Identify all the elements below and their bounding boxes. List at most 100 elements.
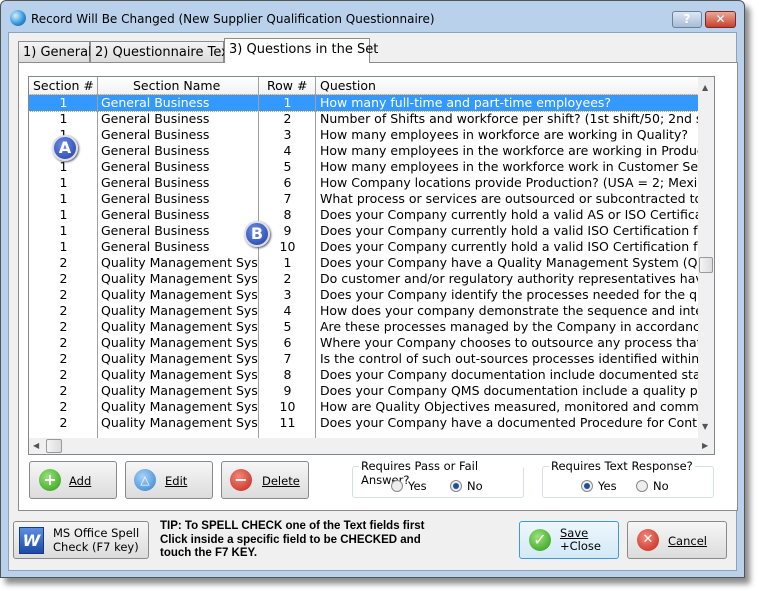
- cell-section-name: Quality Management System: [101, 415, 258, 430]
- table-row[interactable]: 2 Quality Management System 2 Do customer a…: [29, 271, 698, 287]
- cell-section-name: Quality Management System: [101, 351, 258, 366]
- table-row[interactable]: 2 Quality Management System 11 Does your Co…: [29, 415, 698, 431]
- cell-section-number: 2: [59, 335, 68, 350]
- cancel-x-icon: ✕: [637, 529, 659, 551]
- table-row[interactable]: 2 Quality Management System 1 Does your Com…: [29, 255, 698, 271]
- spell-check-tip: TIP: To SPELL CHECK one of the Text fiel…: [160, 520, 425, 559]
- cell-section-number: 2: [59, 303, 68, 318]
- table-row[interactable]: 2 Quality Management System 7 Is the contro…: [29, 351, 698, 367]
- pass-fail-no-radio[interactable]: No: [450, 479, 483, 493]
- help-button[interactable]: ?: [672, 11, 702, 28]
- col-question[interactable]: Question: [320, 78, 376, 93]
- cell-question: Does your Company currently hold a valid…: [320, 207, 698, 222]
- cell-row-number: 2: [283, 271, 292, 286]
- table-row[interactable]: 2 Quality Management System 8 Does your Com…: [29, 367, 698, 383]
- table-row[interactable]: 2 Quality Management System 9 Does your Com…: [29, 383, 698, 399]
- table-row[interactable]: 1 General Business 5 How many employees in …: [29, 159, 698, 175]
- plus-icon: +: [39, 469, 61, 491]
- cell-row-number: 6: [283, 335, 292, 350]
- cell-question: How are Quality Objectives measured, mon…: [320, 399, 698, 414]
- cell-section-name: General Business: [101, 207, 210, 222]
- col-section-name[interactable]: Section Name: [133, 78, 220, 93]
- table-row[interactable]: 1 General Business 7 What process or servic…: [29, 191, 698, 207]
- table-row[interactable]: 2 Quality Management System 4 How does your…: [29, 303, 698, 319]
- table-row[interactable]: 2 Quality Management System 10 How are Qual…: [29, 399, 698, 415]
- table-row[interactable]: 1General Business4How many employees in …: [29, 143, 698, 159]
- scroll-left-icon[interactable]: ◀: [33, 441, 39, 450]
- scroll-down-icon[interactable]: ▼: [702, 422, 708, 431]
- grid-header: Section # Section Name Row # Question: [29, 77, 698, 95]
- cell-section-number: 2: [59, 367, 68, 382]
- vertical-scrollbar[interactable]: ▲ ▼: [698, 77, 714, 438]
- add-button[interactable]: + Add: [29, 461, 117, 499]
- callout-b: B: [244, 221, 270, 247]
- cell-row-number: 10: [279, 399, 296, 414]
- pass-fail-yes-radio[interactable]: Yes: [391, 479, 427, 493]
- cell-row-number: 1: [283, 255, 292, 270]
- cell-section-number: 1: [59, 191, 68, 206]
- tab-questionnaire-text[interactable]: 2) Questionnaire Text: [90, 41, 234, 63]
- cell-question: How many employees in the workforce are …: [320, 143, 698, 158]
- table-row[interactable]: 1 General Business 9 Does your Company curr…: [29, 223, 698, 239]
- table-row[interactable]: 2 Quality Management System 3 Does your Com…: [29, 287, 698, 303]
- cell-section-number: 2: [59, 287, 68, 302]
- cell-question: Are these processes managed by the Compa…: [320, 319, 698, 334]
- col-section-number[interactable]: Section #: [33, 78, 94, 93]
- cell-question: Does your Company identify the processes…: [320, 287, 698, 302]
- table-row[interactable]: 1 General Business 10 Does your Company cur…: [29, 239, 698, 255]
- cell-question: Number of Shifts and workforce per shift…: [320, 111, 698, 126]
- cell-row-number: 5: [283, 159, 292, 174]
- cell-row-number: 7: [283, 191, 292, 206]
- horizontal-scroll-thumb[interactable]: [46, 439, 62, 453]
- tab-questions-in-set[interactable]: 3) Questions in the Set: [224, 38, 378, 63]
- cancel-button[interactable]: ✕ Cancel: [627, 521, 727, 559]
- cell-section-name: Quality Management System: [101, 319, 258, 334]
- minus-icon: −: [230, 469, 252, 491]
- cell-section-name: General Business: [101, 95, 210, 110]
- cell-section-name: Quality Management System: [101, 271, 258, 286]
- table-row[interactable]: 1 General Business 1 How many full-time and…: [29, 94, 699, 112]
- cell-section-name: General Business: [101, 239, 210, 254]
- cell-row-number: 5: [283, 319, 292, 334]
- cell-section-name: Quality Management System: [101, 399, 258, 414]
- tab-general[interactable]: 1) General: [18, 41, 92, 63]
- cell-section-number: 1: [59, 239, 68, 254]
- cell-row-number: 3: [283, 287, 292, 302]
- table-row[interactable]: 1 General Business 6 How Company locations …: [29, 175, 698, 191]
- spell-check-button[interactable]: W MS Office Spell Check (F7 key): [13, 521, 149, 559]
- cell-row-number: 8: [283, 207, 292, 222]
- table-row[interactable]: 1 General Business 8 Does your Company curr…: [29, 207, 698, 223]
- cell-row-number: 8: [283, 367, 292, 382]
- table-row[interactable]: 2 Quality Management System 5 Are these pro…: [29, 319, 698, 335]
- cell-section-number: 1: [59, 159, 68, 174]
- col-row-number[interactable]: Row #: [267, 78, 307, 93]
- cell-question: How many full-time and part-time employe…: [320, 95, 612, 110]
- cell-section-name: General Business: [101, 175, 210, 190]
- horizontal-scrollbar[interactable]: ◀ ▶: [29, 438, 714, 454]
- scroll-up-icon[interactable]: ▲: [702, 83, 708, 92]
- save-close-button[interactable]: ✓ Save +Close: [519, 521, 619, 559]
- cell-question: How does your company demonstrate the se…: [320, 303, 698, 318]
- text-response-yes-radio[interactable]: Yes: [581, 479, 617, 493]
- vertical-scroll-thumb[interactable]: [699, 257, 713, 273]
- cell-section-name: General Business: [101, 143, 210, 158]
- edit-button[interactable]: △ Edit: [125, 461, 213, 499]
- table-row[interactable]: 1 General Business 2 Number of Shifts and w…: [29, 111, 698, 127]
- cell-section-name: General Business: [101, 191, 210, 206]
- cell-section-name: General Business: [101, 159, 210, 174]
- table-row[interactable]: 1General Business3How many employees in …: [29, 127, 698, 143]
- app-globe-icon: [10, 10, 26, 26]
- delete-button[interactable]: − Delete: [221, 461, 309, 499]
- checkmark-icon: ✓: [529, 529, 551, 551]
- close-button[interactable]: ✕: [705, 11, 736, 28]
- scroll-right-icon[interactable]: ▶: [702, 441, 708, 450]
- cell-question: Does your Company documentation include …: [320, 367, 698, 382]
- cell-section-number: 1: [59, 207, 68, 222]
- cell-section-name: Quality Management System: [101, 383, 258, 398]
- cell-question: Does your Company have a documented Proc…: [320, 415, 698, 430]
- cell-question: Does your Company QMS documentation incl…: [320, 383, 698, 398]
- cell-section-name: Quality Management System: [101, 255, 258, 270]
- text-response-no-radio[interactable]: No: [636, 479, 669, 493]
- cell-section-number: 1: [59, 95, 68, 110]
- table-row[interactable]: 2 Quality Management System 6 Where your Co…: [29, 335, 698, 351]
